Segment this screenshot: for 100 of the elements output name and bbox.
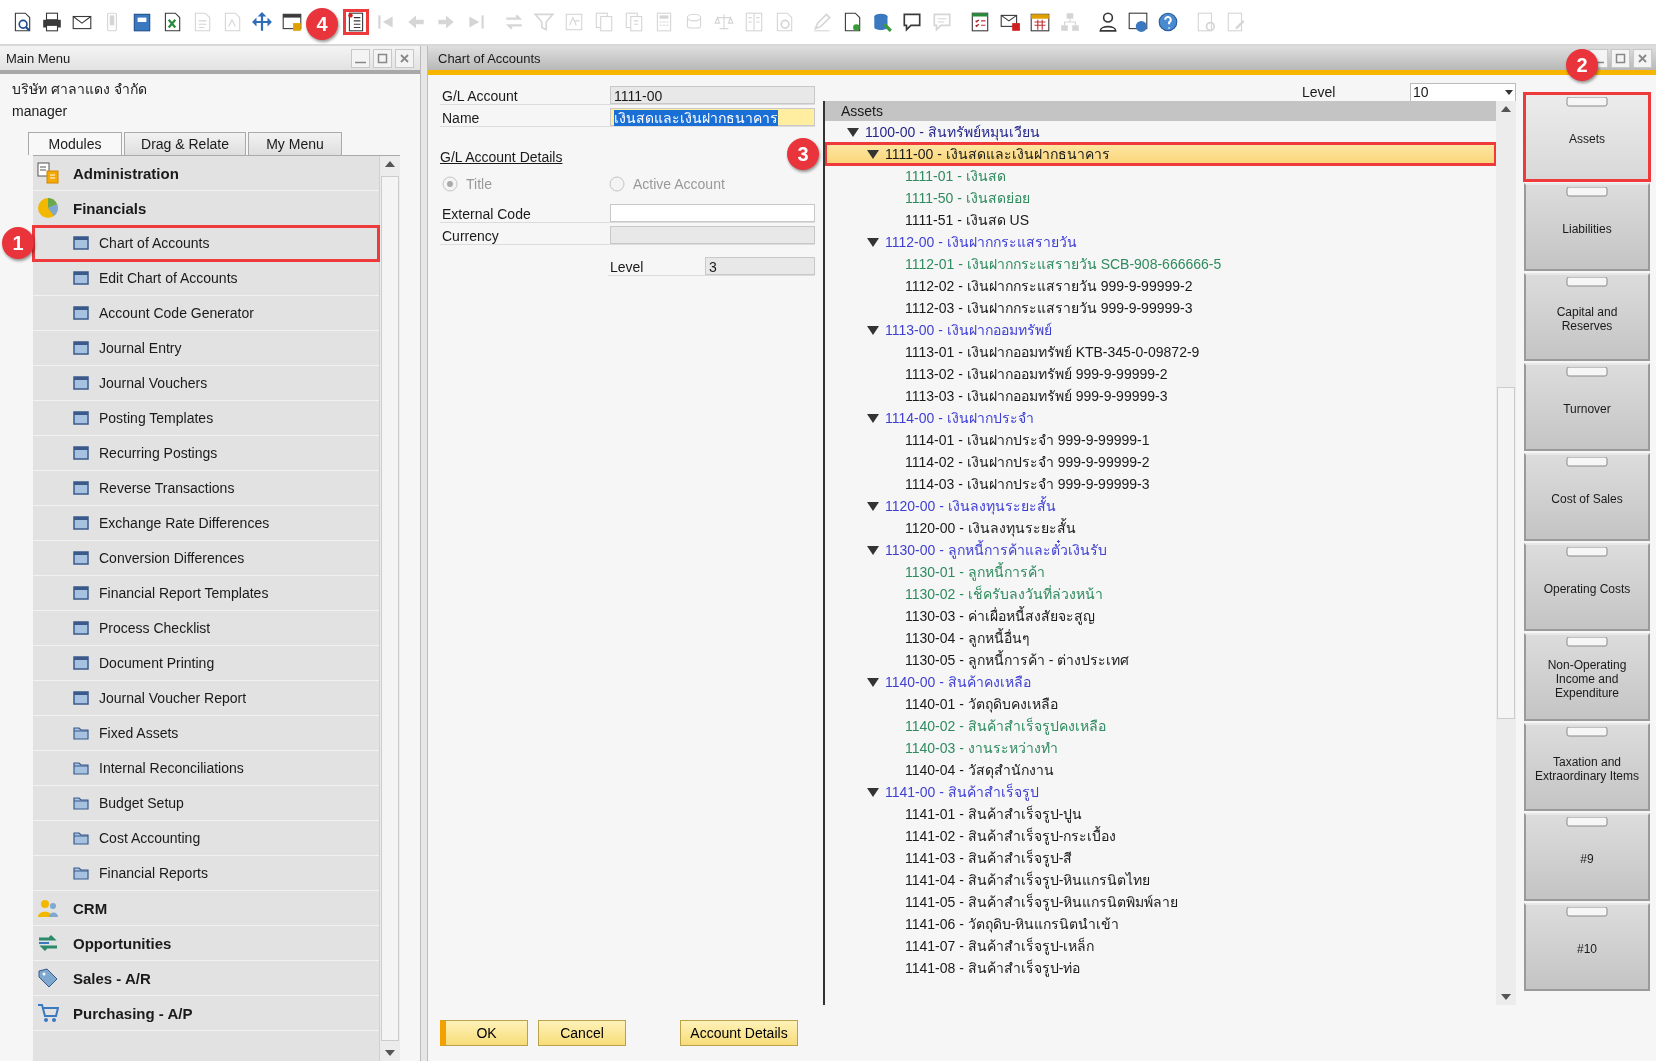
menu-module[interactable]: Administration xyxy=(33,156,379,191)
tree-item[interactable]: 1114-00 - เงินฝากประจำ xyxy=(825,407,1496,429)
tree-item[interactable]: 1114-03 - เงินฝากประจำ 999-9-99999-3 xyxy=(825,473,1496,495)
tab[interactable]: Modules xyxy=(28,132,122,155)
tree-item[interactable]: 1141-05 - สินค้าสำเร็จรูป-หินแกรนิตพิมพ์ลาย xyxy=(825,891,1496,913)
radio-circle-icon[interactable] xyxy=(442,176,458,192)
drawer-button[interactable]: Assets xyxy=(1524,93,1650,181)
tree-item[interactable]: 1141-06 - วัตถุดิบ-หินแกรนิตนำเข้า xyxy=(825,913,1496,935)
tab[interactable]: Drag & Relate xyxy=(124,132,246,155)
tree-item[interactable]: 1141-02 - สินค้าสำเร็จรูป-กระเบื้อง xyxy=(825,825,1496,847)
tree-item[interactable]: 1140-00 - สินค้าคงเหลือ xyxy=(825,671,1496,693)
calendar-icon[interactable] xyxy=(1029,11,1051,33)
close-button[interactable] xyxy=(395,48,414,68)
drawer-button[interactable]: Turnover xyxy=(1524,363,1650,451)
tree-item[interactable]: 1112-03 - เงินฝากกระแสรายวัน 999-9-99999-3 xyxy=(825,297,1496,319)
menu-item[interactable]: Process Checklist xyxy=(33,611,379,646)
tree-item[interactable]: 1112-00 - เงินฝากกระแสรายวัน xyxy=(825,231,1496,253)
drawer-button[interactable]: Liabilities xyxy=(1524,183,1650,271)
menu-module[interactable]: Purchasing - A/P xyxy=(33,996,379,1031)
scroll-up-icon[interactable] xyxy=(384,160,396,168)
drawer-button[interactable]: Cost of Sales xyxy=(1524,453,1650,541)
menu-item[interactable]: Budget Setup xyxy=(33,786,379,821)
printer-icon[interactable] xyxy=(41,11,63,33)
scroll-up-icon[interactable] xyxy=(1500,105,1512,113)
expander-icon[interactable] xyxy=(867,237,879,247)
tree-item[interactable]: 1141-08 - สินค้าสำเร็จรูป-ท่อ xyxy=(825,957,1496,979)
tree-item[interactable]: 1130-02 - เช็ครับลงวันที่ล่วงหน้า xyxy=(825,583,1496,605)
tree-item[interactable]: 1113-00 - เงินฝากออมทรัพย์ xyxy=(825,319,1496,341)
tree-item[interactable]: 1112-01 - เงินฝากกระแสรายวัน SCB-908-666666-5 xyxy=(825,253,1496,275)
drawer-button[interactable]: Non-Operating Income and Expenditure xyxy=(1524,633,1650,721)
input-field[interactable]: 3 xyxy=(705,257,815,275)
expander-icon[interactable] xyxy=(847,127,859,137)
menu-item[interactable]: Fixed Assets xyxy=(33,716,379,751)
dialog-button[interactable]: Cancel xyxy=(538,1020,626,1046)
tab[interactable]: My Menu xyxy=(248,132,342,155)
menu-item[interactable]: Financial Report Templates xyxy=(33,576,379,611)
tree-item[interactable]: 1130-03 - ค่าเผื่อหนี้สงสัยจะสูญ xyxy=(825,605,1496,627)
maximize-button[interactable] xyxy=(1611,48,1630,68)
drawer-button[interactable]: Capital and Reserves xyxy=(1524,273,1650,361)
menu-item[interactable]: Conversion Differences xyxy=(33,541,379,576)
scroll-down-icon[interactable] xyxy=(1500,993,1512,1001)
menu-item[interactable]: Edit Chart of Accounts xyxy=(33,261,379,296)
move-arrows-icon[interactable] xyxy=(251,11,273,33)
menu-item[interactable]: Document Printing xyxy=(33,646,379,681)
tree-item[interactable]: 1120-00 - เงินลงทุนระยะสั้น xyxy=(825,517,1496,539)
expander-icon[interactable] xyxy=(867,413,879,423)
tree-item[interactable]: 1111-50 - เงินสดย่อย xyxy=(825,187,1496,209)
close-button[interactable] xyxy=(1633,48,1652,68)
tree-item[interactable]: 1111-51 - เงินสด US xyxy=(825,209,1496,231)
menu-item[interactable]: Account Code Generator xyxy=(33,296,379,331)
database-tools-icon[interactable] xyxy=(871,11,893,33)
tree-item[interactable]: 1130-05 - ลูกหนี้การค้า - ต่างประเทศ xyxy=(825,649,1496,671)
dialog-button[interactable]: OK xyxy=(440,1020,528,1046)
tree-item[interactable]: 1111-01 - เงินสด xyxy=(825,165,1496,187)
menu-item[interactable]: Journal Entry xyxy=(33,331,379,366)
dialog-button[interactable]: Account Details xyxy=(680,1020,798,1046)
drawer-button[interactable]: #9 xyxy=(1524,813,1650,901)
menu-item[interactable]: Exchange Rate Differences xyxy=(33,506,379,541)
tree-item[interactable]: 1141-03 - สินค้าสำเร็จรูป-สี xyxy=(825,847,1496,869)
tree-item[interactable]: 1130-00 - ลูกหนี้การค้าและตั๋วเงินรับ xyxy=(825,539,1496,561)
tree-item[interactable]: 1141-00 - สินค้าสำเร็จรูป xyxy=(825,781,1496,803)
expander-icon[interactable] xyxy=(867,149,879,159)
drawer-button[interactable]: #10 xyxy=(1524,903,1650,991)
tree-item[interactable]: 1112-02 - เงินฝากกระแสรายวัน 999-9-99999-2 xyxy=(825,275,1496,297)
input-field[interactable] xyxy=(610,226,815,244)
tree-item[interactable]: 1141-01 - สินค้าสำเร็จรูป-ปูน xyxy=(825,803,1496,825)
tree-item[interactable]: 1114-01 - เงินฝากประจำ 999-9-99999-1 xyxy=(825,429,1496,451)
tree-item[interactable]: 1141-07 - สินค้าสำเร็จรูป-เหล็ก xyxy=(825,935,1496,957)
expander-icon[interactable] xyxy=(867,501,879,511)
menu-module[interactable]: CRM xyxy=(33,891,379,926)
speech-bubble-icon[interactable] xyxy=(901,11,923,33)
fax-icon[interactable] xyxy=(131,11,153,33)
tree-item[interactable]: 1114-02 - เงินฝากประจำ 999-9-99999-2 xyxy=(825,451,1496,473)
input-field[interactable] xyxy=(610,204,815,222)
scrollbar[interactable] xyxy=(1496,101,1516,1005)
tree-item[interactable]: 1113-01 - เงินฝากออมทรัพย์ KTB-345-0-09872-9 xyxy=(825,341,1496,363)
tree-item[interactable]: 1140-02 - สินค้าสำเร็จรูปคงเหลือ xyxy=(825,715,1496,737)
person-icon[interactable] xyxy=(1097,11,1119,33)
input-field[interactable]: 1111-00 xyxy=(610,86,815,104)
tree-item[interactable]: 1130-04 - ลูกหนี้อื่นๆ xyxy=(825,627,1496,649)
tree-item[interactable]: 1111-00 - เงินสดและเงินฝากธนาคาร xyxy=(825,143,1496,165)
expander-icon[interactable] xyxy=(867,787,879,797)
expander-icon[interactable] xyxy=(867,677,879,687)
menu-item[interactable]: Reverse Transactions xyxy=(33,471,379,506)
tree-item[interactable]: 1113-03 - เงินฝากออมทรัพย์ 999-9-99999-3 xyxy=(825,385,1496,407)
scroll-down-icon[interactable] xyxy=(384,1049,396,1057)
tree-item[interactable]: 1120-00 - เงินลงทุนระยะสั้น xyxy=(825,495,1496,517)
expander-icon[interactable] xyxy=(867,545,879,555)
maximize-button[interactable] xyxy=(373,48,392,68)
minimize-button[interactable] xyxy=(351,48,370,68)
menu-item[interactable]: Financial Reports xyxy=(33,856,379,891)
tree-item[interactable]: 1141-04 - สินค้าสำเร็จรูป-หินแกรนิตไทย xyxy=(825,869,1496,891)
tree-item[interactable]: 1100-00 - สินทรัพย์หมุนเวียน xyxy=(825,121,1496,143)
menu-item[interactable]: Cost Accounting xyxy=(33,821,379,856)
menu-module[interactable]: Opportunities xyxy=(33,926,379,961)
checklist-icon[interactable] xyxy=(969,11,991,33)
menu-item[interactable]: Journal Voucher Report xyxy=(33,681,379,716)
scrollbar[interactable] xyxy=(379,156,400,1061)
tree-item[interactable]: 1130-01 - ลูกหนี้การค้า xyxy=(825,561,1496,583)
help-icon[interactable] xyxy=(1157,11,1179,33)
